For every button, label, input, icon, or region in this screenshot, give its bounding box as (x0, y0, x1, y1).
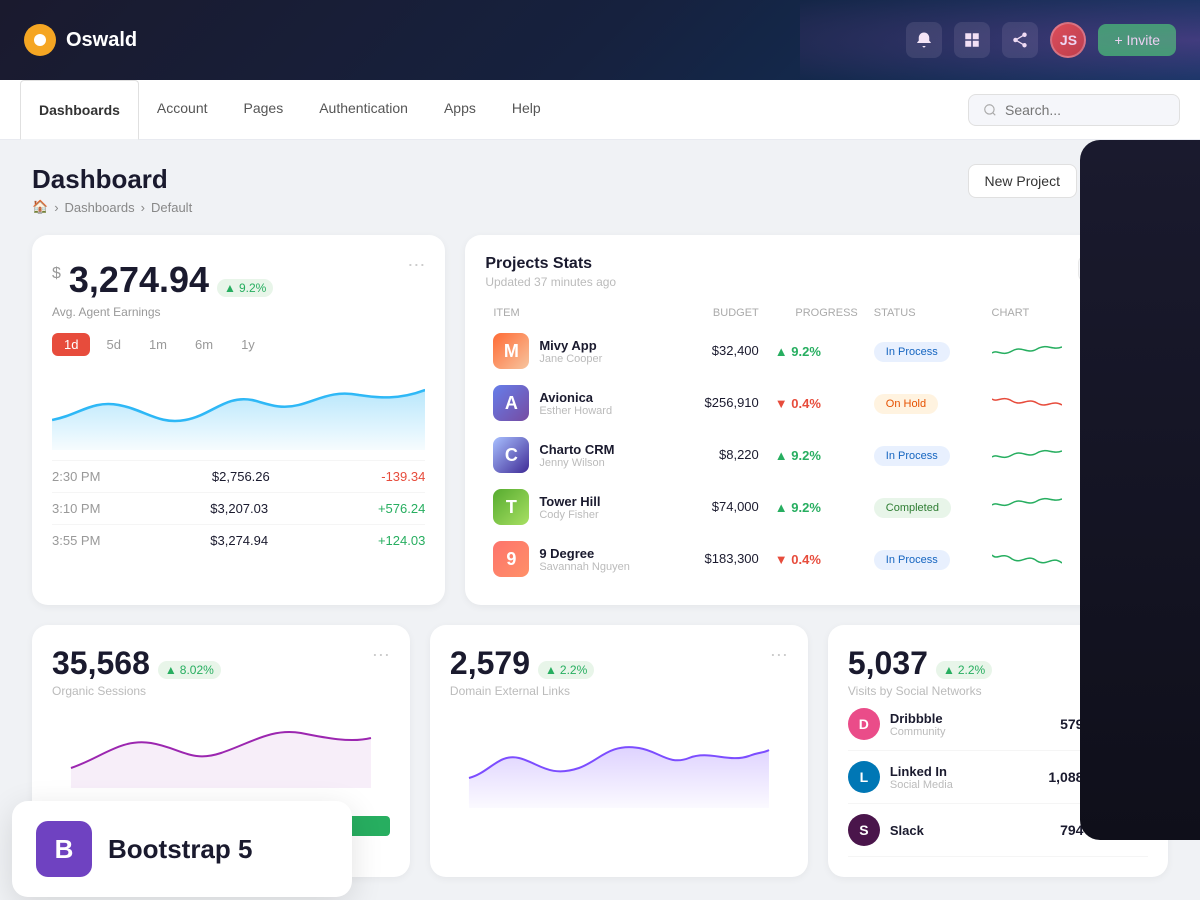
time-rows: 2:30 PM $2,756.26 -139.34 3:10 PM $3,207… (52, 460, 425, 556)
bootstrap-text: Bootstrap 5 (108, 834, 252, 865)
time-row-1: 2:30 PM $2,756.26 -139.34 (52, 460, 425, 492)
topbar: Oswald JS + Invite (0, 0, 1200, 80)
projects-card: Projects Stats Updated 37 minutes ago Hi… (465, 235, 1168, 605)
time-filter-1y[interactable]: 1y (229, 333, 267, 356)
nav-item-authentication[interactable]: Authentication (301, 80, 426, 140)
organic-chart (52, 708, 390, 808)
table-row: C Charto CRM Jenny Wilson $8,220 ▲ 9.2% … (485, 429, 1148, 481)
projects-title: Projects Stats (485, 255, 616, 273)
new-project-button[interactable]: New Project (968, 164, 1077, 198)
change-3: +124.03 (378, 533, 425, 548)
search-box[interactable] (968, 94, 1180, 126)
bottom-row: 35,568 ▲ 8.02% Organic Sessions ⋯ Canada… (32, 625, 1168, 877)
time-row-3: 3:55 PM $3,274.94 +124.03 (52, 524, 425, 556)
time-filter-6m[interactable]: 6m (183, 333, 225, 356)
col-item: ITEM (485, 301, 678, 325)
brand-name: Oswald (66, 29, 137, 52)
search-input[interactable] (1005, 102, 1165, 118)
table-row: T Tower Hill Cody Fisher $74,000 ▲ 9.2% … (485, 481, 1148, 533)
notifications-icon[interactable] (906, 22, 942, 58)
breadcrumb-home[interactable]: 🏠 (32, 199, 48, 215)
nav-item-help[interactable]: Help (494, 80, 559, 140)
nav-item-pages[interactable]: Pages (226, 80, 302, 140)
page-header: Dashboard 🏠 › Dashboards › Default New P… (32, 164, 1168, 215)
topbar-actions: JS + Invite (906, 22, 1176, 58)
projects-table: ITEM BUDGET PROGRESS STATUS CHART VIEW M… (485, 301, 1148, 585)
organic-header: 35,568 ▲ 8.02% Organic Sessions ⋯ (52, 645, 390, 698)
col-status: STATUS (866, 301, 984, 325)
nav-item-dashboards[interactable]: Dashboards (20, 80, 139, 140)
external-chart (450, 708, 788, 808)
dark-overlay (1080, 140, 1200, 840)
organic-value: 35,568 (52, 645, 150, 682)
social-label: Visits by Social Networks (848, 684, 992, 698)
organic-label: Organic Sessions (52, 684, 221, 698)
external-label: Domain External Links (450, 684, 594, 698)
time-filter-1m[interactable]: 1m (137, 333, 179, 356)
main-content: Dashboard 🏠 › Dashboards › Default New P… (0, 140, 1200, 900)
time-filters: 1d 5d 1m 6m 1y (52, 333, 425, 356)
page-title-area: Dashboard 🏠 › Dashboards › Default (32, 164, 192, 215)
earnings-title-area: $ 3,274.94 ▲ 9.2% Avg. Agent Earnings (52, 255, 273, 319)
currency-symbol: $ (52, 265, 61, 283)
breadcrumb: 🏠 › Dashboards › Default (32, 199, 192, 215)
invite-button[interactable]: + Invite (1098, 24, 1176, 56)
external-more-button[interactable]: ⋯ (770, 645, 788, 666)
external-value-row: 2,579 ▲ 2.2% (450, 645, 594, 682)
earnings-value-row: $ 3,274.94 ▲ 9.2% (52, 259, 273, 301)
earnings-chart (52, 370, 425, 450)
earnings-card: $ 3,274.94 ▲ 9.2% Avg. Agent Earnings ⋯ … (32, 235, 445, 605)
social-value-row: 5,037 ▲ 2.2% (848, 645, 992, 682)
avatar[interactable]: JS (1050, 22, 1086, 58)
brand: Oswald (24, 24, 137, 56)
external-card: 2,579 ▲ 2.2% Domain External Links ⋯ (430, 625, 808, 877)
earnings-label: Avg. Agent Earnings (52, 305, 273, 319)
external-badge: ▲ 2.2% (538, 661, 594, 679)
earnings-value: 3,274.94 (69, 259, 209, 301)
cards-row-1: $ 3,274.94 ▲ 9.2% Avg. Agent Earnings ⋯ … (32, 235, 1168, 605)
earnings-badge: ▲ 9.2% (217, 279, 273, 297)
table-row: A Avionica Esther Howard $256,910 ▼ 0.4%… (485, 377, 1148, 429)
earnings-more-button[interactable]: ⋯ (407, 255, 425, 276)
time-filter-5d[interactable]: 5d (94, 333, 132, 356)
nav-item-account[interactable]: Account (139, 80, 226, 140)
breadcrumb-dashboards[interactable]: Dashboards (65, 200, 135, 215)
page-title: Dashboard (32, 164, 192, 195)
nav-item-apps[interactable]: Apps (426, 80, 494, 140)
external-value: 2,579 (450, 645, 530, 682)
time-row-2: 3:10 PM $3,207.03 +576.24 (52, 492, 425, 524)
earnings-header: $ 3,274.94 ▲ 9.2% Avg. Agent Earnings ⋯ (52, 255, 425, 319)
social-value-area: 5,037 ▲ 2.2% Visits by Social Networks (848, 645, 992, 698)
organic-value-area: 35,568 ▲ 8.02% Organic Sessions (52, 645, 221, 698)
bootstrap-icon: B (36, 821, 92, 877)
bootstrap-overlay: B Bootstrap 5 (12, 801, 352, 897)
col-chart: CHART (984, 301, 1093, 325)
col-progress: PROGRESS (767, 301, 866, 325)
navbar: Dashboards Account Pages Authentication … (0, 80, 1200, 140)
change-1: -139.34 (381, 469, 425, 484)
organic-more-button[interactable]: ⋯ (372, 645, 390, 666)
projects-title-area: Projects Stats Updated 37 minutes ago (485, 255, 616, 289)
time-filter-1d[interactable]: 1d (52, 333, 90, 356)
share-icon[interactable] (1002, 22, 1038, 58)
organic-badge: ▲ 8.02% (158, 661, 221, 679)
social-value: 5,037 (848, 645, 928, 682)
grid-icon[interactable] (954, 22, 990, 58)
external-header: 2,579 ▲ 2.2% Domain External Links ⋯ (450, 645, 788, 698)
projects-updated: Updated 37 minutes ago (485, 275, 616, 289)
table-row: M Mivy App Jane Cooper $32,400 ▲ 9.2% In… (485, 325, 1148, 377)
brand-icon (24, 24, 56, 56)
organic-card: 35,568 ▲ 8.02% Organic Sessions ⋯ Canada… (32, 625, 410, 877)
social-badge: ▲ 2.2% (936, 661, 992, 679)
table-row: 9 9 Degree Savannah Nguyen $183,300 ▼ 0.… (485, 533, 1148, 585)
nav-items: Dashboards Account Pages Authentication … (20, 80, 559, 140)
projects-header: Projects Stats Updated 37 minutes ago Hi… (485, 255, 1148, 289)
change-2: +576.24 (378, 501, 425, 516)
external-value-area: 2,579 ▲ 2.2% Domain External Links (450, 645, 594, 698)
col-budget: BUDGET (678, 301, 767, 325)
breadcrumb-default[interactable]: Default (151, 200, 192, 215)
search-icon (983, 103, 997, 117)
organic-value-row: 35,568 ▲ 8.02% (52, 645, 221, 682)
